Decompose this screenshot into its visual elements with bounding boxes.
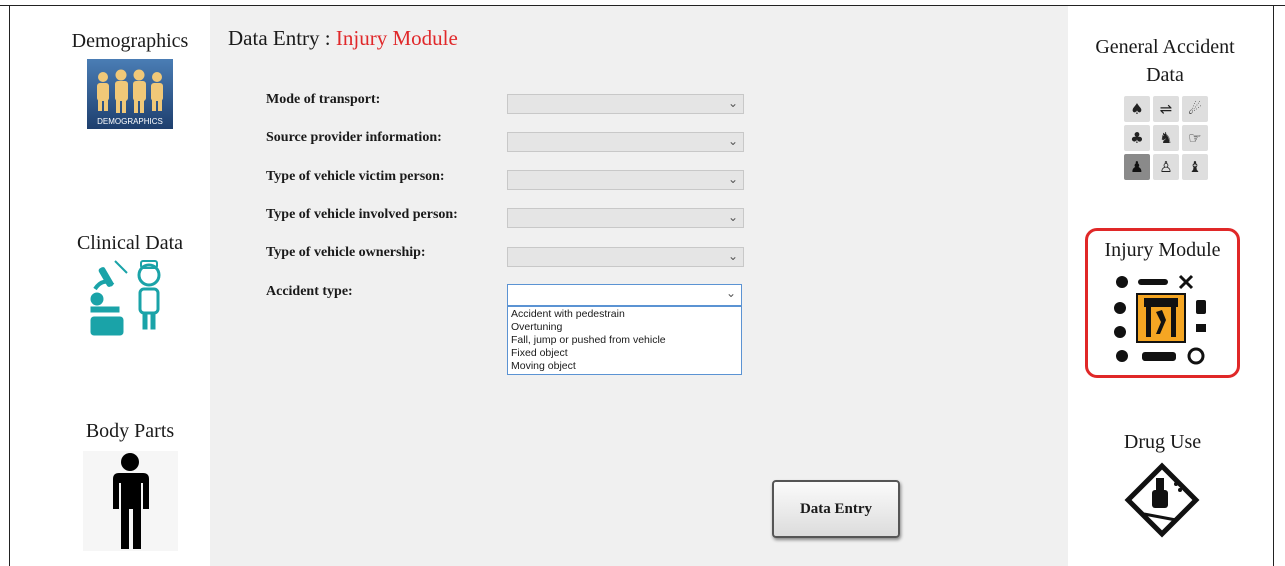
data-entry-panel: Data Entry : Injury Module Mode of trans… [210,6,1068,566]
vehicle-involved-label: Type of vehicle involved person: [266,207,458,222]
nav-general-accident-label[interactable]: General Accident Data [1075,33,1255,89]
nav-clinical-label: Clinical Data [76,232,184,254]
accident-type-dropdown-list: Accident with pedestrain Overtuning Fall… [507,306,742,375]
chevron-down-icon: ⌄ [727,172,738,186]
demographics-icon: DEMOGRAPHICS [87,59,173,129]
source-provider-select[interactable]: ⌄ [507,132,744,152]
data-entry-button[interactable]: Data Entry [772,480,900,538]
drug-use-icon [1124,462,1200,538]
dropdown-option[interactable]: Accident with pedestrain [511,308,738,321]
clinical-data-icon [90,260,161,336]
vehicle-collision-icon: ⇌ [1153,96,1179,122]
nav-body-parts-label: Body Parts [85,420,175,442]
vehicle-victim-select[interactable]: ⌄ [507,170,744,190]
nav-clinical-data[interactable]: Clinical Data [55,232,205,339]
seated-person-icon: ♣ [1124,125,1150,151]
body-parts-icon [82,451,178,551]
chevron-down-icon: ⌄ [727,96,738,110]
vehicle-ownership-select[interactable]: ⌄ [507,247,744,267]
page-title: Data Entry : Injury Module [228,26,458,51]
accident-type-label: Accident type: [266,284,353,299]
page-title-module: Injury Module [335,26,458,50]
source-provider-label: Source provider information: [266,130,442,145]
accident-type-select[interactable]: ⌄ [507,284,742,306]
nav-demographics[interactable]: Demographics DEMOGRAPHICS [55,30,205,129]
vehicle-victim-label: Type of vehicle victim person: [266,169,445,184]
sitting-person-icon: ♝ [1182,154,1208,180]
demographics-tile-text: DEMOGRAPHICS [97,117,163,126]
vehicle-ownership-label: Type of vehicle ownership: [266,245,426,260]
nav-injury-module-label: Injury Module [1104,239,1221,261]
window-left-border [9,5,10,566]
chevron-down-icon: ⌄ [727,210,738,224]
nav-drug-use-label[interactable]: Drug Use [1085,428,1240,456]
general-accident-label-line2: Data [1146,64,1184,86]
window-right-border [1273,5,1274,566]
walking-person-icon: ♙ [1153,154,1179,180]
nav-demographics-label: Demographics [71,30,189,52]
mode-of-transport-select[interactable]: ⌄ [507,94,744,114]
hand-pointing-icon: ☞ [1182,125,1208,151]
chevron-down-icon: ⌄ [727,249,738,263]
page-title-prefix: Data Entry : [228,26,336,50]
person-pushing-icon: ♠ [1124,96,1150,122]
chevron-down-icon: ⌄ [725,286,736,300]
general-accident-label-line1: General Accident [1095,36,1235,58]
mode-of-transport-label: Mode of transport: [266,92,381,107]
dropdown-option[interactable]: Fall, jump or pushed from vehicle [511,334,738,347]
dropdown-option[interactable]: Overtuning [511,321,738,334]
dropdown-option[interactable]: Moving object [511,360,738,373]
nav-body-parts[interactable]: Body Parts [55,420,205,551]
injured-person-icon: ♞ [1153,125,1179,151]
general-accident-icon-grid[interactable]: ♠ ⇌ ☄ ♣ ♞ ☞ ♟ ♙ ♝ [1124,96,1208,180]
injury-module-icon [1114,274,1206,365]
dropdown-option[interactable]: Fixed object [511,347,738,360]
chevron-down-icon: ⌄ [727,134,738,148]
standing-person-icon: ♟ [1124,154,1150,180]
vehicle-involved-select[interactable]: ⌄ [507,208,744,228]
person-falling-icon: ☄ [1182,96,1208,122]
